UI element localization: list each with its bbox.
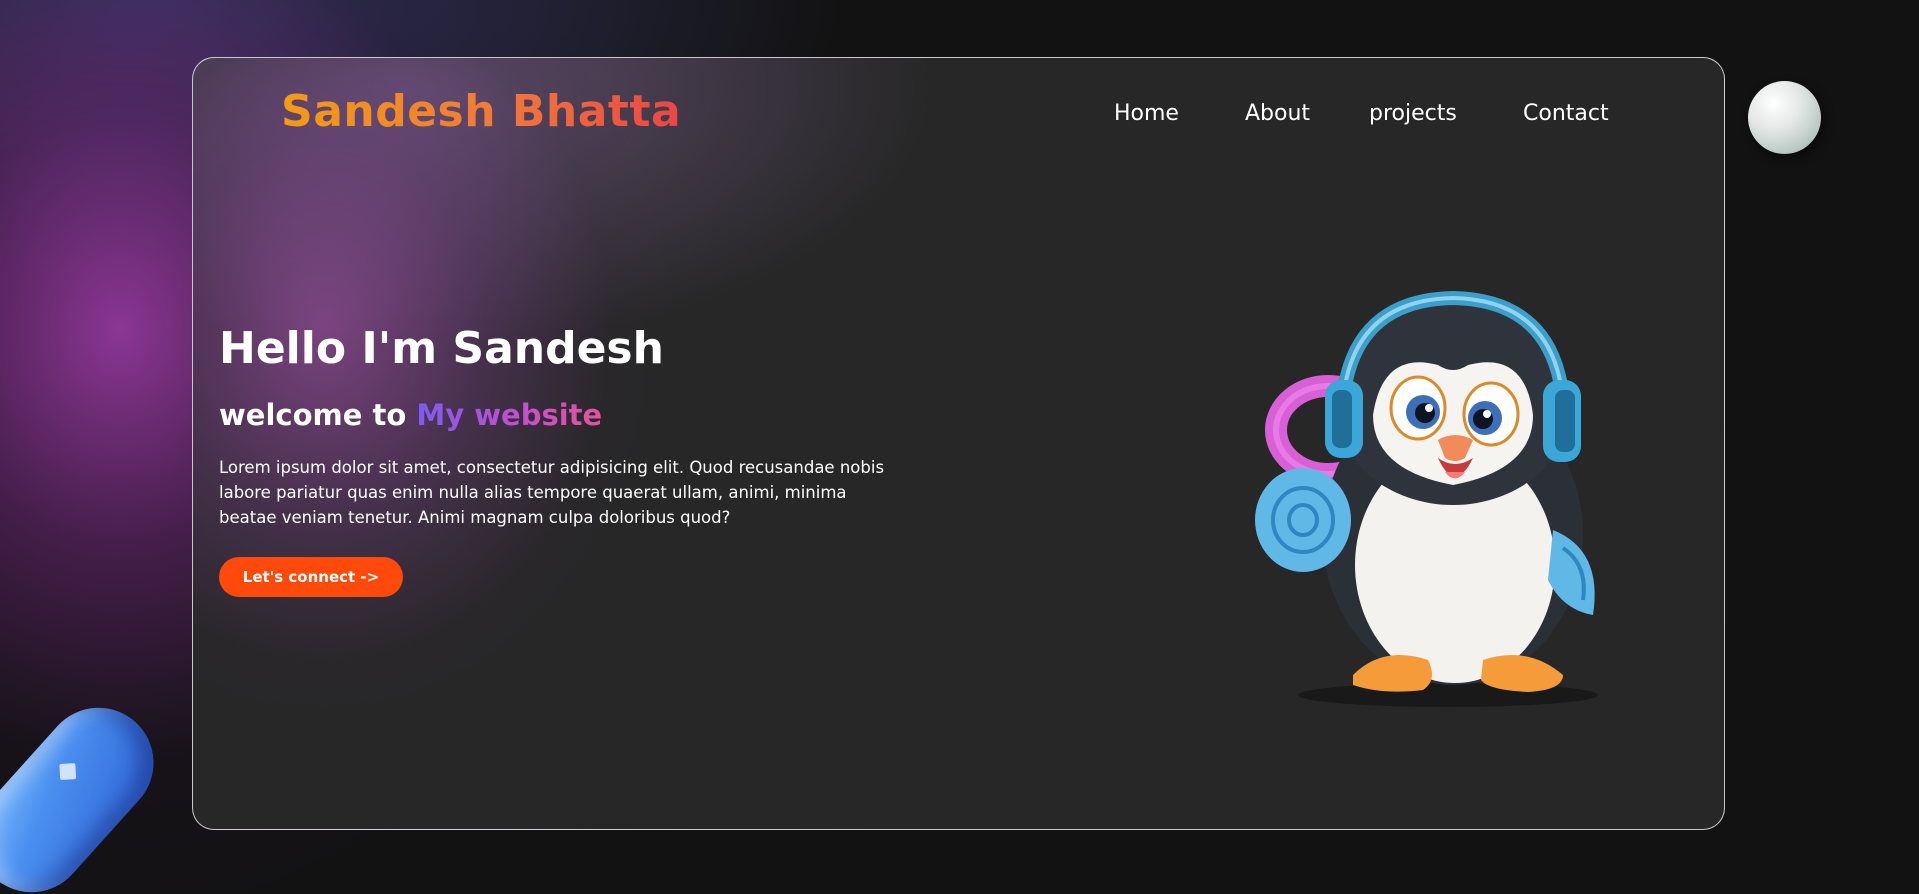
pill-highlight [59, 763, 77, 780]
hero-description: Lorem ipsum dolor sit amet, consectetur … [219, 458, 885, 527]
nav-about-link[interactable]: About [1245, 101, 1310, 126]
decorative-pill-shape [0, 685, 177, 894]
hero-subtitle: welcome to My website [219, 398, 602, 432]
penguin-with-headphones-icon [1255, 290, 1598, 707]
nav-home-link[interactable]: Home [1114, 101, 1179, 126]
lets-connect-button[interactable]: Let's connect -> [219, 557, 403, 597]
decorative-sphere [1748, 81, 1821, 154]
hero-title: Hello I'm Sandesh [219, 323, 664, 374]
hero-subtitle-accent: My website [416, 398, 603, 432]
main-nav: Home About projects Contact [193, 101, 1724, 131]
nav-projects-link[interactable]: projects [1369, 101, 1457, 126]
nav-contact-link[interactable]: Contact [1523, 101, 1609, 126]
page-background: Sandesh Bhatta Home About projects Conta… [0, 0, 1919, 894]
hero-subtitle-prefix: welcome to [219, 398, 417, 432]
hero-card: Sandesh Bhatta Home About projects Conta… [192, 57, 1725, 830]
